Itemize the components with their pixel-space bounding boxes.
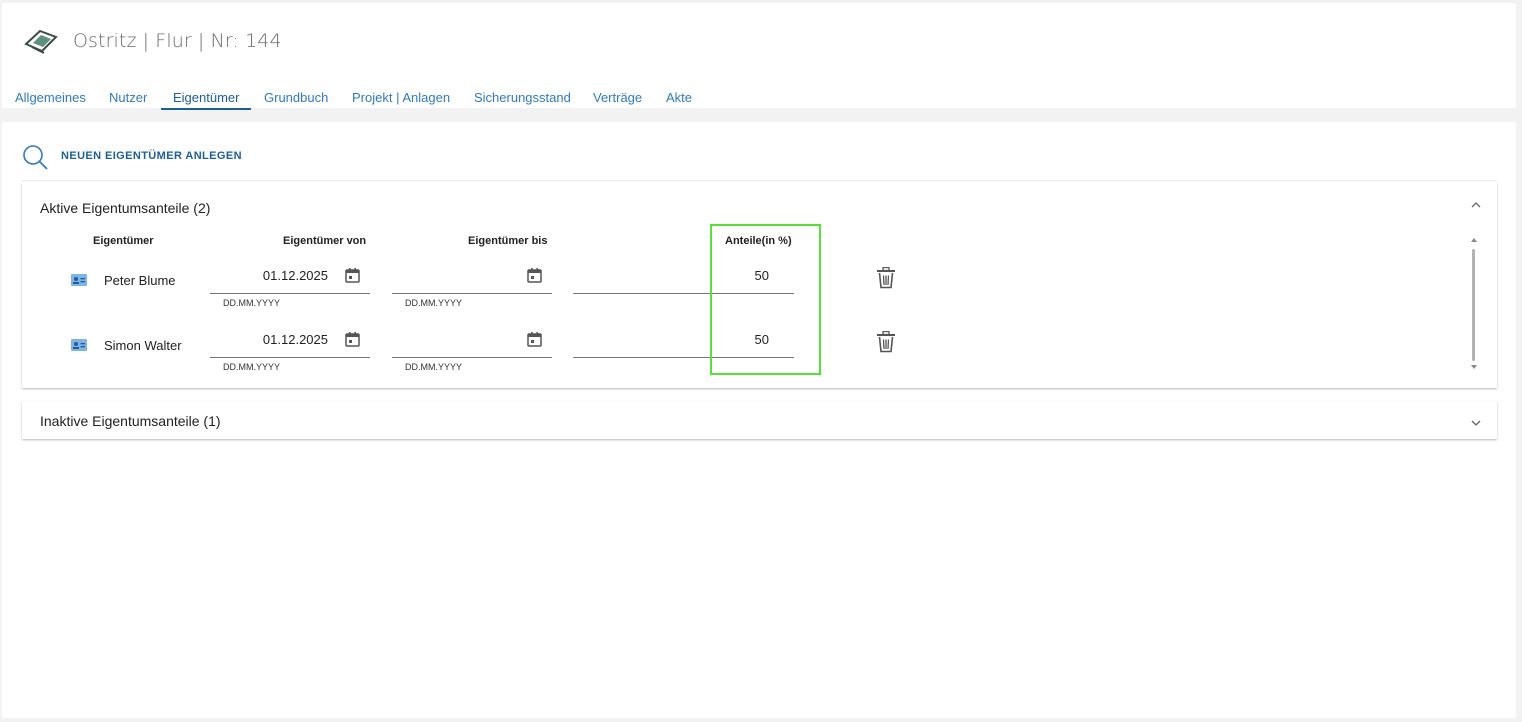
calendar-icon[interactable] <box>345 331 360 347</box>
search-icon <box>23 145 48 170</box>
new-owner-label: NEUEN EIGENTÜMER ANLEGEN <box>61 150 242 162</box>
column-header-owner-from: Eigentümer von <box>283 235 367 247</box>
calendar-icon[interactable] <box>345 267 360 283</box>
calendar-icon[interactable] <box>527 267 542 283</box>
parcel-map-icon <box>24 29 58 54</box>
trash-icon[interactable] <box>876 331 896 353</box>
date-format-hint: DD.MM.YYYY <box>405 298 463 308</box>
owner-from-date-field[interactable]: 01.12.2025 DD.MM.YYYY <box>210 261 370 308</box>
scrollbar-thumb[interactable] <box>1472 249 1475 361</box>
owner-from-date-value[interactable]: 01.12.2025 <box>263 268 328 283</box>
inactive-shares-title[interactable]: Inaktive Eigentumsanteile (1) <box>40 413 221 429</box>
scroll-up-arrow-icon[interactable] <box>1470 237 1478 243</box>
scroll-down-arrow-icon[interactable] <box>1470 364 1478 370</box>
owner-name: Simon Walter <box>104 338 182 353</box>
tab-sicherungsstand[interactable]: Sicherungsstand <box>474 90 571 109</box>
tab-eigentuemer[interactable]: Eigentümer <box>161 90 252 110</box>
page-title: Ostritz | Flur | Nr: 144 <box>73 30 282 52</box>
calendar-icon[interactable] <box>527 331 542 347</box>
inactive-shares-panel[interactable]: Inaktive Eigentumsanteile (1) <box>22 401 1497 439</box>
trash-icon[interactable] <box>876 267 896 289</box>
date-format-hint: DD.MM.YYYY <box>223 362 281 372</box>
active-tab-indicator <box>161 108 252 110</box>
chevron-up-icon[interactable] <box>1469 198 1483 212</box>
main-content: NEUEN EIGENTÜMER ANLEGEN Aktive Eigentum… <box>2 122 1516 718</box>
tab-vertraege[interactable]: Verträge <box>593 90 642 109</box>
vertical-scrollbar[interactable] <box>1470 235 1478 371</box>
date-format-hint: DD.MM.YYYY <box>223 298 281 308</box>
date-format-hint: DD.MM.YYYY <box>405 362 463 372</box>
tab-nutzer[interactable]: Nutzer <box>109 90 147 109</box>
contact-card-icon[interactable] <box>71 274 87 286</box>
owner-name: Peter Blume <box>104 273 176 288</box>
column-header-owner-to: Eigentümer bis <box>468 235 548 247</box>
tab-projekt-anlagen[interactable]: Projekt | Anlagen <box>352 90 450 109</box>
active-shares-title[interactable]: Aktive Eigentumsanteile (2) <box>40 200 210 216</box>
share-column-highlight <box>710 224 821 375</box>
tab-allgemeines[interactable]: Allgemeines <box>15 90 86 109</box>
owner-from-date-value[interactable]: 01.12.2025 <box>263 332 328 347</box>
divider <box>22 180 1497 181</box>
column-header-owner: Eigentümer <box>93 235 154 247</box>
contact-card-icon[interactable] <box>71 339 87 351</box>
tab-akte[interactable]: Akte <box>666 90 692 109</box>
owner-to-date-field[interactable]: DD.MM.YYYY <box>392 325 552 372</box>
owner-to-date-field[interactable]: DD.MM.YYYY <box>392 261 552 308</box>
owner-from-date-field[interactable]: 01.12.2025 DD.MM.YYYY <box>210 325 370 372</box>
chevron-down-icon[interactable] <box>1469 416 1483 430</box>
tab-eigentuemer-label: Eigentümer <box>173 90 240 105</box>
header-bar: Ostritz | Flur | Nr: 144 Allgemeines Nut… <box>2 3 1516 110</box>
tab-grundbuch[interactable]: Grundbuch <box>264 90 328 109</box>
